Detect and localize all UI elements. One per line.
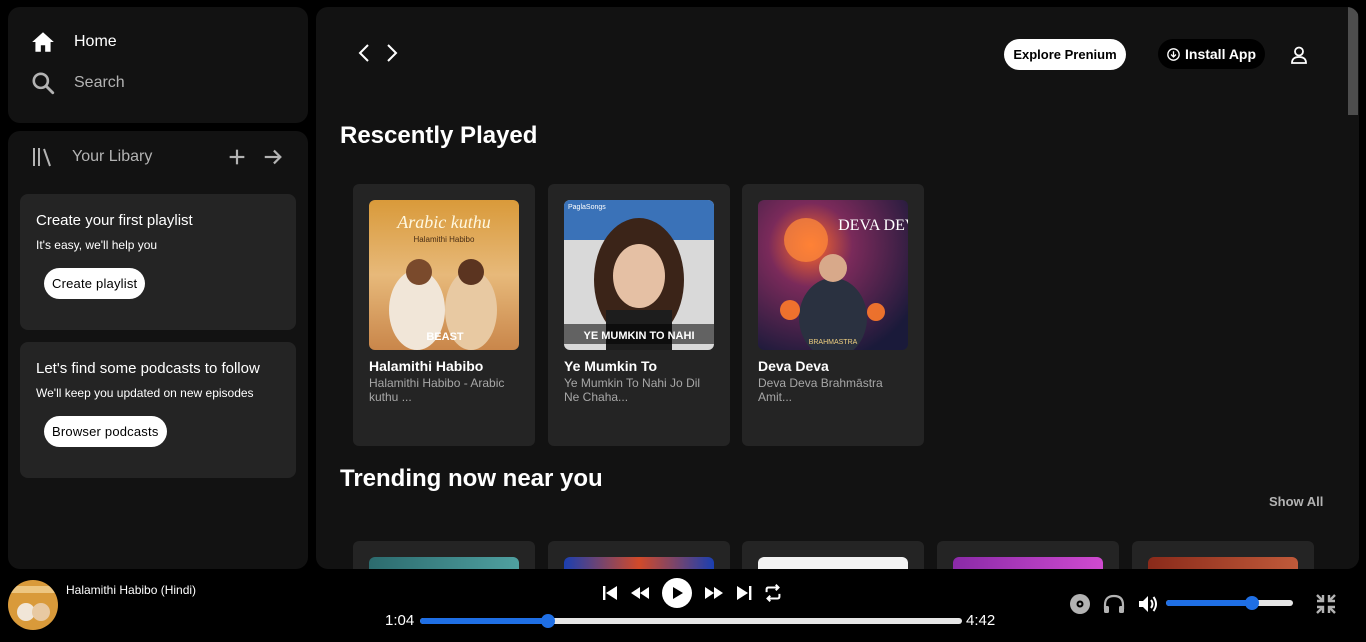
- podcasts-card: Let's find some podcasts to follow We'll…: [20, 342, 296, 478]
- install-app-button[interactable]: Install App: [1158, 39, 1266, 69]
- podcasts-title: Let's find some podcasts to follow: [36, 360, 260, 377]
- player-bar: Halamithi Habibo (Hindi) 1:04 4:42: [0, 570, 1366, 642]
- trending-cover: [369, 557, 519, 569]
- sidebar-nav: Home Search: [8, 7, 308, 123]
- collapse-icon[interactable]: [1314, 592, 1338, 616]
- nav-search[interactable]: Search: [30, 70, 125, 96]
- trending-cover: [758, 557, 908, 569]
- play-icon: [673, 587, 683, 599]
- svg-text:YE MUMKIN TO NAHI: YE MUMKIN TO NAHI: [583, 330, 694, 342]
- album-name: Deva Deva: [758, 358, 829, 374]
- rewind-icon[interactable]: [628, 583, 652, 603]
- create-playlist-title: Create your first playlist: [36, 212, 193, 229]
- progress-bar[interactable]: [420, 614, 962, 628]
- create-playlist-card: Create your first playlist It's easy, we…: [20, 194, 296, 330]
- explore-premium-button[interactable]: Explore Prenium: [1004, 39, 1126, 70]
- home-icon: [32, 32, 54, 52]
- install-app-label: Install App: [1185, 46, 1257, 62]
- trending-card[interactable]: [742, 541, 924, 569]
- current-time: 1:04: [385, 612, 415, 629]
- plus-icon[interactable]: [226, 146, 248, 168]
- trending-cover: [564, 557, 714, 569]
- album-cover: DEVA DEVA BRAHMASTRA: [758, 200, 908, 350]
- album-card[interactable]: DEVA DEVA BRAHMASTRA Deva Deva Deva Deva…: [742, 184, 924, 446]
- svg-text:Halamithi Habibo: Halamithi Habibo: [414, 235, 475, 244]
- library-icon: [33, 148, 51, 167]
- album-name: Halamithi Habibo: [369, 358, 484, 374]
- arrow-right-icon[interactable]: [262, 146, 284, 168]
- playback-controls: [600, 578, 784, 608]
- nav-home[interactable]: Home: [30, 29, 117, 55]
- trending-card[interactable]: [548, 541, 730, 569]
- download-icon: [1167, 47, 1180, 61]
- trending-card[interactable]: [937, 541, 1119, 569]
- browse-podcasts-button[interactable]: Browser podcasts: [44, 416, 167, 447]
- user-icon[interactable]: [1289, 45, 1309, 65]
- svg-text:PaglaSongs: PaglaSongs: [568, 204, 606, 211]
- now-playing-title: Halamithi Habibo (Hindi): [66, 583, 197, 597]
- volume-fill: [1166, 600, 1253, 606]
- progress-fill: [420, 618, 548, 624]
- album-desc: Halamithi Habibo - Arabic kuthu ...: [369, 376, 505, 404]
- history-nav: [356, 41, 400, 65]
- album-card[interactable]: PaglaSongs YE MUMKIN TO NAHI Ye Mumkin T…: [548, 184, 730, 446]
- nav-home-label: Home: [74, 33, 117, 50]
- show-all-link[interactable]: Show All: [1269, 494, 1323, 509]
- progress-knob[interactable]: [540, 614, 555, 628]
- svg-text:Arabic kuthu: Arabic kuthu: [396, 212, 490, 232]
- now-playing-cover[interactable]: [8, 580, 58, 630]
- svg-text:BRAHMASTRA: BRAHMASTRA: [809, 339, 858, 346]
- app-root: Home Search Your Libary Create your firs…: [0, 0, 1366, 642]
- album-name: Ye Mumkin To: [564, 358, 658, 374]
- recently-played-title: Rescently Played: [340, 122, 538, 149]
- album-cover: Arabic kuthu Halamithi Habibo BEAST: [369, 200, 519, 350]
- create-playlist-button[interactable]: Create playlist: [44, 268, 146, 299]
- album-desc: Deva Deva Brahmāstra Amit...: [758, 376, 883, 404]
- total-time: 4:42: [966, 612, 996, 629]
- scroll-thumb[interactable]: [1348, 7, 1358, 115]
- fast-forward-icon[interactable]: [702, 583, 726, 603]
- library-header[interactable]: Your Libary: [30, 145, 152, 169]
- album-cover: PaglaSongs YE MUMKIN TO NAHI: [564, 200, 714, 350]
- album-card[interactable]: Arabic kuthu Halamithi Habibo BEAST Hala…: [353, 184, 535, 446]
- library-label: Your Libary: [72, 148, 153, 165]
- svg-text:BEAST: BEAST: [426, 331, 464, 343]
- play-button[interactable]: [662, 578, 692, 608]
- search-icon: [32, 72, 55, 95]
- right-controls: [1068, 592, 1160, 616]
- volume-slider[interactable]: [1166, 596, 1293, 610]
- back-arrow-icon[interactable]: [356, 41, 372, 65]
- main-content: Explore Prenium Install App Rescently Pl…: [316, 7, 1359, 569]
- album-desc: Ye Mumkin To Nahi Jo Dil Ne Chaha...: [564, 376, 701, 404]
- create-playlist-subtitle: It's easy, we'll help you: [36, 238, 158, 252]
- repeat-icon[interactable]: [762, 582, 784, 604]
- nav-search-label: Search: [74, 74, 125, 91]
- trending-card[interactable]: [1132, 541, 1314, 569]
- svg-text:DEVA DEVA: DEVA DEVA: [838, 217, 908, 234]
- trending-card[interactable]: [353, 541, 535, 569]
- trending-cover: [953, 557, 1103, 569]
- headphones-icon[interactable]: [1102, 592, 1126, 616]
- volume-knob[interactable]: [1245, 596, 1260, 610]
- disc-icon[interactable]: [1068, 592, 1092, 616]
- skip-forward-icon[interactable]: [734, 583, 754, 603]
- trending-cover: [1148, 557, 1298, 569]
- skip-back-icon[interactable]: [600, 583, 620, 603]
- library-panel: Your Libary Create your first playlist I…: [8, 131, 308, 569]
- library-actions: [226, 146, 284, 168]
- forward-arrow-icon[interactable]: [384, 41, 400, 65]
- podcasts-subtitle: We'll keep you updated on new episodes: [36, 386, 254, 400]
- volume-icon[interactable]: [1136, 592, 1160, 616]
- main-scrollbar[interactable]: [1347, 7, 1359, 569]
- trending-title: Trending now near you: [340, 465, 603, 492]
